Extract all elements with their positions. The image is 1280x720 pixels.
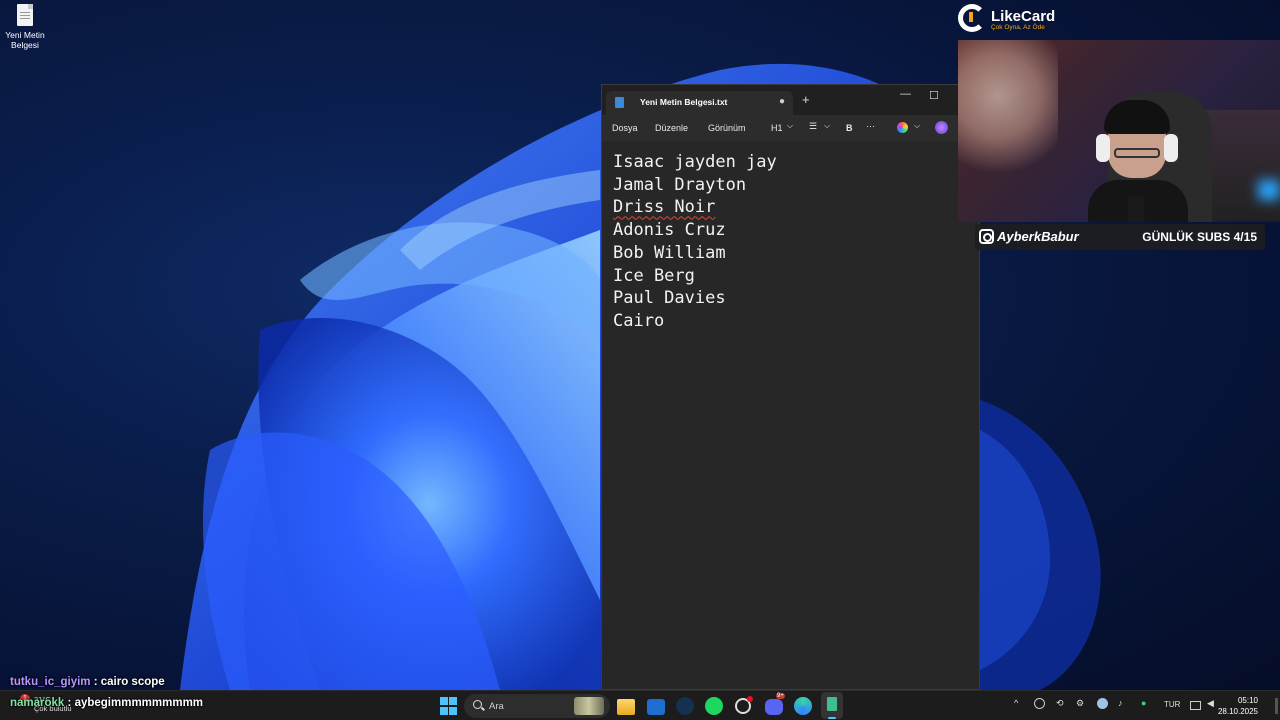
- brand-tagline: Çok Oyna, Az Öde: [991, 24, 1045, 31]
- notepad-tab[interactable]: Yeni Metin Belgesi.txt ●: [606, 91, 793, 115]
- chevron-down-icon[interactable]: ⌵: [914, 121, 920, 131]
- notepad-window[interactable]: Yeni Metin Belgesi.txt ● + — ☐ Dosya Düz…: [601, 84, 980, 690]
- taskbar: 1 21°C Çok bulutlu namarokk : aybegimmmm…: [0, 690, 1280, 720]
- tray-app-icon[interactable]: ⟲: [1056, 698, 1064, 709]
- copilot-icon[interactable]: [897, 122, 908, 133]
- bold-button[interactable]: B: [846, 123, 853, 133]
- streamer-namebar: AyberkBabur GÜNLÜK SUBS 4/15: [975, 224, 1265, 250]
- steam-tray-icon[interactable]: [1097, 698, 1108, 709]
- clock-time: 05:10: [1237, 696, 1258, 705]
- volume-icon[interactable]: ♪: [1118, 698, 1123, 708]
- search-highlight-icon: [574, 697, 604, 715]
- text-line: Ice Berg: [613, 265, 695, 286]
- heading-dropdown[interactable]: H1: [771, 123, 783, 133]
- list-icon[interactable]: ☰: [809, 121, 817, 132]
- discord-icon[interactable]: [765, 699, 783, 715]
- show-hidden-icons-button[interactable]: ^: [1014, 698, 1018, 708]
- speaker-icon[interactable]: ◀: [1207, 698, 1214, 709]
- chat-text: : cairo scope: [90, 676, 165, 688]
- text-line-part: Isaac jayden jay: [613, 152, 777, 172]
- search-placeholder: Ara: [489, 701, 504, 712]
- show-desktop-button[interactable]: [1275, 698, 1278, 714]
- streamer-handle: AyberkBabur: [997, 229, 1079, 244]
- text-file-icon: [17, 4, 33, 26]
- tray-app-icon[interactable]: ⚙: [1076, 698, 1084, 709]
- maximize-button[interactable]: ☐: [929, 89, 939, 102]
- notepad-icon: [827, 697, 837, 711]
- menu-view[interactable]: Görünüm: [708, 123, 746, 133]
- notepad-taskbar-button[interactable]: [821, 692, 843, 719]
- steam-icon[interactable]: [676, 697, 694, 715]
- search-box[interactable]: Ara: [464, 694, 610, 718]
- menu-file[interactable]: Dosya: [612, 123, 638, 133]
- instagram-icon: [979, 229, 994, 244]
- minimize-button[interactable]: —: [900, 88, 911, 100]
- text-editor-area[interactable]: Isaac jayden jay Jamal Drayton Driss Noi…: [602, 141, 979, 343]
- search-icon: [473, 700, 482, 709]
- notepad-titlebar[interactable]: Yeni Metin Belgesi.txt ● + — ☐: [602, 85, 979, 115]
- text-line: Cairo: [613, 310, 665, 331]
- display-icon[interactable]: [1190, 701, 1201, 710]
- start-button[interactable]: [438, 695, 460, 717]
- notepad-icon: [615, 97, 624, 108]
- likecard-logo-icon: [958, 4, 986, 32]
- chat-username: namarokk: [10, 697, 65, 709]
- discord-badge: 9+: [776, 693, 785, 699]
- new-tab-button[interactable]: +: [802, 93, 810, 106]
- text-line: Adonis Cruz: [613, 220, 726, 241]
- chat-message: tutku_ic_giyim : cairo scope: [10, 676, 165, 688]
- tab-title: Yeni Metin Belgesi.txt: [640, 97, 728, 107]
- photos-icon[interactable]: [647, 699, 665, 715]
- text-line: Bob William: [613, 242, 726, 263]
- chevron-down-icon[interactable]: ⌵: [824, 121, 830, 131]
- chevron-down-icon[interactable]: ⌵: [787, 121, 793, 131]
- webcam-feed: [958, 40, 1280, 222]
- clock-date: 28.10.2025: [1217, 707, 1258, 716]
- chat-username: tutku_ic_giyim: [10, 676, 91, 688]
- spotify-icon[interactable]: [705, 697, 723, 715]
- spellcheck-text: Driss Noir: [613, 197, 716, 218]
- edge-icon[interactable]: [794, 697, 812, 715]
- text-line: Paul Davies: [613, 288, 726, 309]
- chat-text: : aybegimmmmmmmmm: [64, 697, 204, 709]
- unsaved-dot-icon[interactable]: ●: [779, 96, 785, 107]
- microphone-icon[interactable]: ●: [1141, 698, 1146, 708]
- active-indicator: [828, 717, 836, 719]
- alert-dot-icon: [747, 696, 753, 702]
- chat-message: namarokk : aybegimmmmmmmmm: [10, 697, 203, 709]
- menu-edit[interactable]: Düzenle: [655, 123, 688, 133]
- tray-app-icon[interactable]: [1034, 698, 1045, 709]
- system-clock[interactable]: 05:10 28.10.2025: [1218, 695, 1258, 717]
- text-line: Jamal Drayton: [613, 174, 747, 195]
- subs-goal: GÜNLÜK SUBS 4/15: [1142, 230, 1257, 244]
- file-explorer-icon[interactable]: [617, 699, 635, 715]
- notepad-menubar: Dosya Düzenle Görünüm H1 ⌵ ☰ ⌵ B ··· ⌵: [602, 115, 979, 141]
- desktop-file-label: Yeni Metin Belgesi: [5, 30, 45, 50]
- account-avatar-icon[interactable]: [935, 121, 948, 134]
- text-line: Driss Noir: [613, 196, 968, 219]
- more-options-button[interactable]: ···: [866, 121, 875, 131]
- brand-name: LikeCard: [991, 8, 1056, 25]
- streamer-image: [1088, 100, 1188, 222]
- language-indicator[interactable]: TUR: [1164, 700, 1180, 709]
- text-line: Isaac jayden jay: [613, 151, 968, 174]
- desktop-file-icon[interactable]: Yeni Metin Belgesi: [4, 4, 46, 50]
